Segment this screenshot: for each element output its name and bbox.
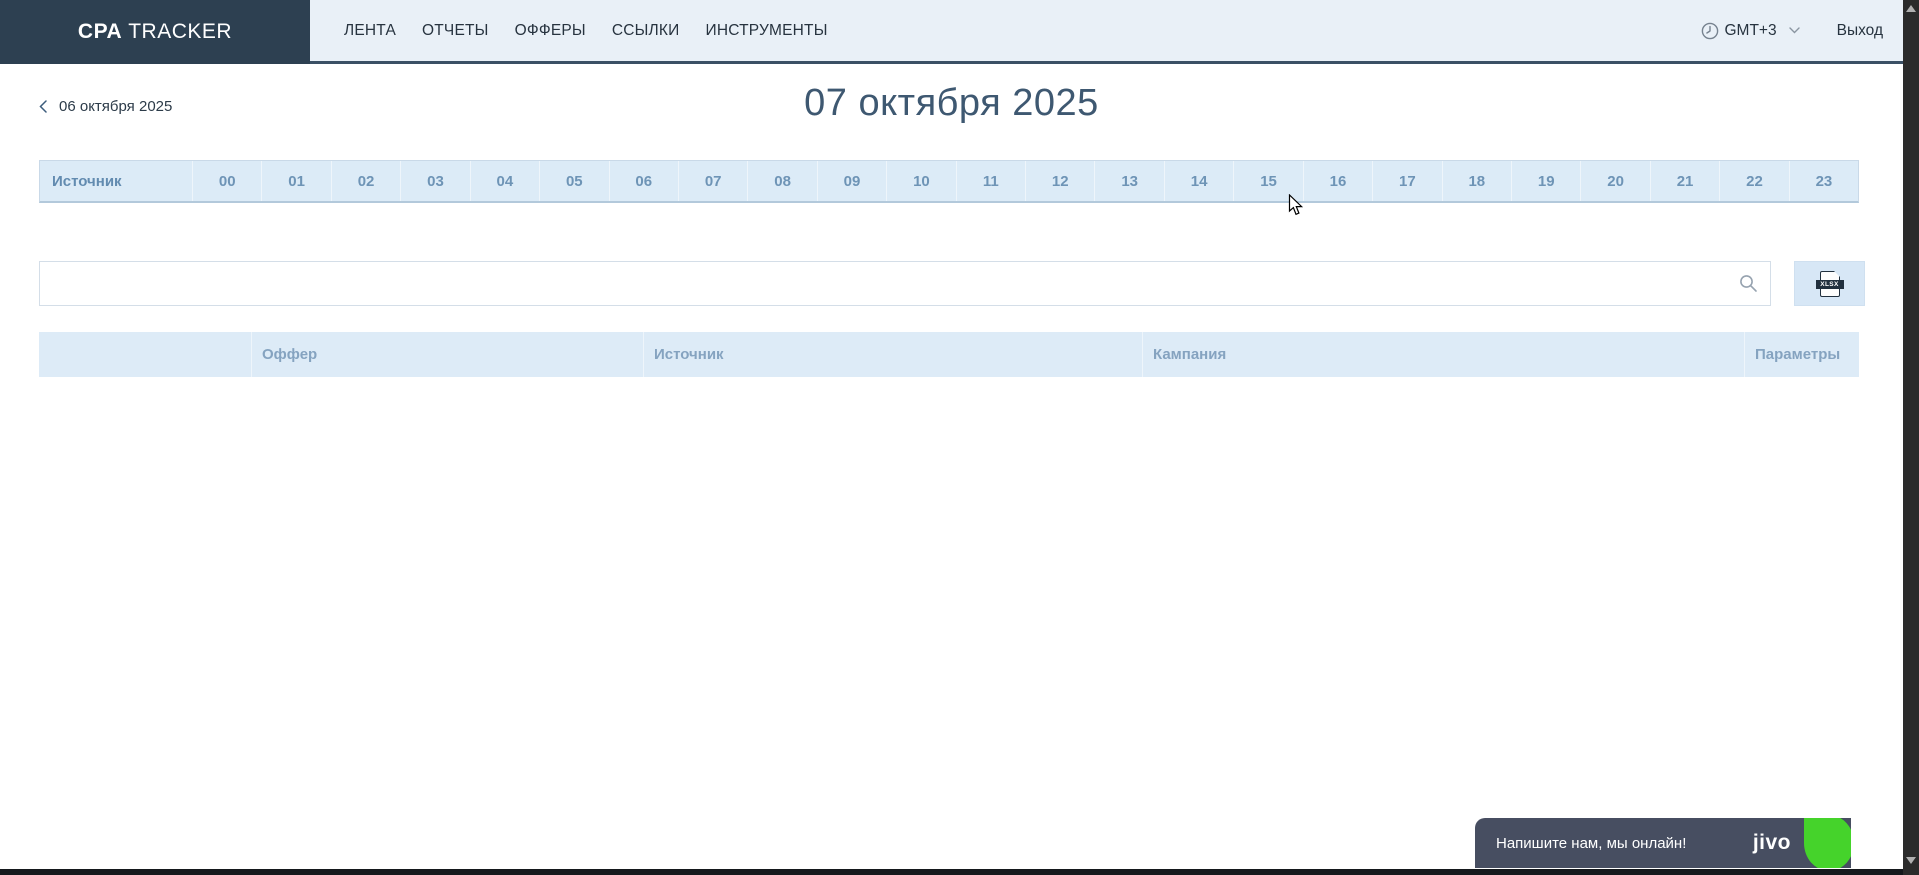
hour-column-header: 06	[609, 161, 678, 201]
column-header-params[interactable]: Параметры	[1744, 332, 1859, 377]
export-xlsx-button[interactable]: XLSX	[1794, 261, 1865, 306]
footer-bar	[0, 869, 1903, 875]
nav-item-offers[interactable]: ОФФЕРЫ	[515, 22, 586, 40]
scroll-down-arrow-icon[interactable]	[1906, 857, 1916, 864]
cpa-tracker-app: CPA TRACKER ЛЕНТА ОТЧЕТЫ ОФФЕРЫ ССЫЛКИ И…	[0, 0, 1919, 875]
jivo-chat-widget[interactable]: Напишите нам, мы онлайн! jivo	[1475, 818, 1851, 868]
hour-column-header: 05	[539, 161, 608, 201]
hour-column-header: 19	[1511, 161, 1580, 201]
search-input[interactable]	[40, 262, 1739, 305]
nav-item-reports[interactable]: ОТЧЕТЫ	[422, 22, 489, 40]
xlsx-fold-corner	[1834, 271, 1840, 277]
hour-column-header: 23	[1789, 161, 1858, 201]
xlsx-label: XLSX	[1816, 280, 1844, 289]
chat-message: Напишите нам, мы онлайн!	[1496, 835, 1686, 852]
hour-column-header: 14	[1164, 161, 1233, 201]
hour-column-header: 11	[956, 161, 1025, 201]
hour-column-header: 02	[331, 161, 400, 201]
app-logo[interactable]: CPA TRACKER	[0, 0, 310, 64]
hour-column-header: 17	[1372, 161, 1441, 201]
column-header-campaign[interactable]: Кампания	[1142, 332, 1744, 377]
timezone-dropdown[interactable]: GMT+3	[1701, 22, 1800, 40]
timezone-label: GMT+3	[1725, 22, 1777, 40]
nav-item-links[interactable]: ССЫЛКИ	[612, 22, 680, 40]
logout-button[interactable]: Выход	[1837, 22, 1883, 40]
clock-icon	[1701, 22, 1719, 40]
hour-column-header: 13	[1094, 161, 1163, 201]
hour-column-header: 08	[747, 161, 816, 201]
search-bar	[39, 261, 1771, 306]
app-header: CPA TRACKER ЛЕНТА ОТЧЕТЫ ОФФЕРЫ ССЫЛКИ И…	[0, 0, 1903, 64]
hour-column-header: 09	[817, 161, 886, 201]
header-right: GMT+3 Выход	[1701, 0, 1884, 61]
hour-column-header: 22	[1719, 161, 1788, 201]
page-title: 07 октября 2025	[0, 82, 1903, 125]
search-icon[interactable]	[1739, 274, 1758, 293]
column-header-offer[interactable]: Оффер	[251, 332, 643, 377]
scroll-up-arrow-icon[interactable]	[1906, 5, 1916, 12]
logo-light-text: TRACKER	[128, 20, 232, 44]
page-scrollbar[interactable]	[1903, 0, 1919, 875]
column-header-source[interactable]: Источник	[643, 332, 1142, 377]
nav-item-tools[interactable]: ИНСТРУМЕНТЫ	[705, 22, 827, 40]
jivo-logo: jivo	[1753, 818, 1791, 868]
hour-column-header: 20	[1580, 161, 1649, 201]
hour-column-header: 15	[1233, 161, 1302, 201]
xlsx-file-icon: XLSX	[1820, 271, 1840, 297]
hour-column-header: 04	[470, 161, 539, 201]
hourly-stats-header: Источник 0001020304050607080910111213141…	[39, 160, 1859, 203]
hour-column-header: 03	[400, 161, 469, 201]
hour-columns: 0001020304050607080910111213141516171819…	[192, 161, 1858, 201]
source-column-header: Источник	[40, 161, 192, 201]
hour-column-header: 10	[886, 161, 955, 201]
jivo-leaf-icon	[1804, 818, 1851, 868]
hour-column-header: 21	[1650, 161, 1719, 201]
column-header-actions	[39, 332, 251, 377]
hour-column-header: 16	[1303, 161, 1372, 201]
hour-column-header: 18	[1442, 161, 1511, 201]
hour-column-header: 07	[678, 161, 747, 201]
chevron-down-icon	[1789, 27, 1800, 34]
main-nav: ЛЕНТА ОТЧЕТЫ ОФФЕРЫ ССЫЛКИ ИНСТРУМЕНТЫ	[344, 0, 828, 61]
hour-column-header: 00	[192, 161, 261, 201]
hour-column-header: 01	[261, 161, 330, 201]
logo-bold-text: CPA	[78, 20, 122, 44]
nav-item-lenta[interactable]: ЛЕНТА	[344, 22, 396, 40]
results-table-header: Оффер Источник Кампания Параметры	[39, 332, 1859, 377]
hour-column-header: 12	[1025, 161, 1094, 201]
